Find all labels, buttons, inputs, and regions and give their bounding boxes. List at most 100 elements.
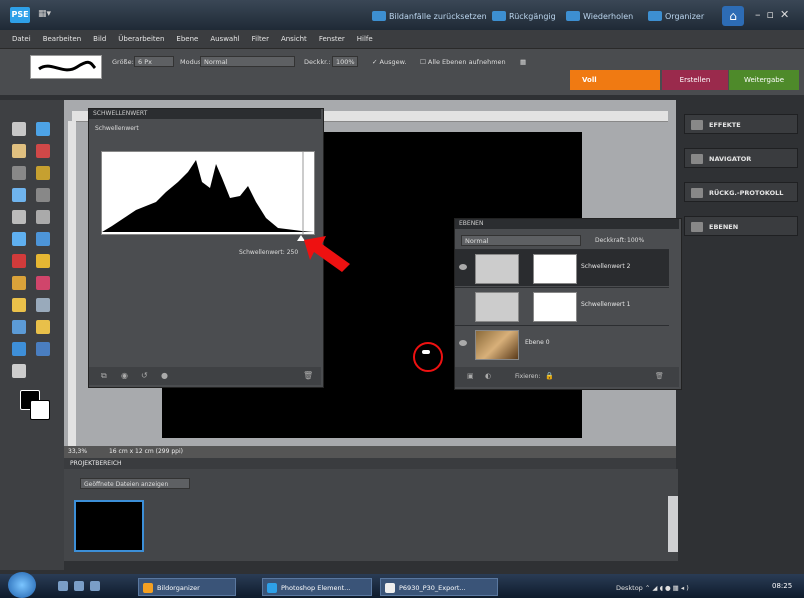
eye-icon[interactable] — [459, 264, 467, 270]
crop-tool-icon[interactable] — [36, 210, 50, 224]
reset-panels-button[interactable]: Bildanfälle zurücksetzen — [372, 9, 487, 23]
sponge-tool-icon[interactable] — [12, 364, 26, 378]
task-export[interactable]: P6930_P30_Export... — [380, 578, 498, 596]
shape-tool-icon[interactable] — [12, 342, 26, 356]
task-photoshop-elements[interactable]: Photoshop Element... — [262, 578, 372, 596]
layer-row[interactable]: Schwellenwert 2 — [455, 249, 669, 286]
smart-brush-icon[interactable] — [36, 298, 50, 312]
undo-button[interactable]: Rückgängig — [492, 9, 556, 23]
toolbox — [0, 100, 64, 570]
task-app-icon — [385, 583, 395, 593]
quicklaunch-icon[interactable] — [90, 581, 100, 591]
size-field[interactable]: 6 Px — [134, 56, 174, 67]
hand-tool-icon[interactable] — [12, 144, 26, 158]
zoom-level[interactable]: 33,3% — [68, 448, 87, 455]
home-button[interactable]: ⌂ — [722, 6, 744, 26]
reset-icon[interactable]: ↺ — [141, 371, 148, 380]
all-layers-checkbox[interactable]: ☐ Alle Ebenen aufnehmen — [420, 58, 506, 66]
tab-voll[interactable]: Voll — [570, 70, 660, 90]
menu-item-fenster[interactable]: Fenster — [319, 35, 345, 43]
start-button[interactable] — [8, 572, 36, 598]
threshold-histogram[interactable] — [101, 151, 315, 235]
effects-panel-button[interactable]: EFFEKTE — [684, 114, 798, 134]
layer-opacity-value[interactable]: 100% — [627, 237, 644, 244]
layers-panel-title: EBENEN — [455, 219, 679, 229]
adjustment-layer-thumb — [475, 292, 519, 322]
blend-mode-select[interactable]: Normal — [461, 235, 581, 246]
opacity-field[interactable]: 100% — [332, 56, 358, 67]
taskbar-clock[interactable]: 08:25 — [772, 582, 792, 590]
project-bin-thumbnail[interactable] — [74, 500, 144, 552]
red-eye-tool-icon[interactable] — [12, 254, 26, 268]
lock-icon[interactable]: 🔒 — [545, 372, 554, 380]
eye-icon[interactable] — [459, 340, 467, 346]
clone-stamp-icon[interactable] — [12, 276, 26, 290]
menu-item-ansicht[interactable]: Ansicht — [281, 35, 307, 43]
layer-row[interactable]: Schwellenwert 1 — [455, 287, 669, 324]
brush-tool-icon[interactable] — [12, 298, 26, 312]
threshold-panel-title: SCHWELLENWERT — [89, 109, 321, 119]
project-bin-title: PROJEKTBEREICH — [64, 458, 676, 469]
background-color-swatch[interactable] — [30, 400, 50, 420]
menu-item-bild[interactable]: Bild — [93, 35, 106, 43]
cookie-cutter-tool-icon[interactable] — [12, 232, 26, 246]
selection-brush-icon[interactable] — [36, 188, 50, 202]
blur-tool-icon[interactable] — [36, 342, 50, 356]
visibility-icon[interactable]: ● — [161, 371, 168, 380]
quicklaunch-icon[interactable] — [58, 581, 68, 591]
quicklaunch-icon[interactable] — [74, 581, 84, 591]
brush-preview[interactable] — [30, 55, 102, 79]
menu-item-hilfe[interactable]: Hilfe — [357, 35, 373, 43]
menu-item-auswahl[interactable]: Auswahl — [210, 35, 239, 43]
brush-settings-icon[interactable]: ▦ — [520, 58, 526, 66]
eraser-tool-icon[interactable] — [36, 276, 50, 290]
magic-wand-tool-icon[interactable] — [12, 188, 26, 202]
layers-panel-button[interactable]: EBENEN — [684, 216, 798, 236]
effects-icon — [691, 120, 703, 130]
adjustment-clip-icon[interactable]: ⧉ — [101, 371, 107, 381]
history-panel-button[interactable]: RÜCKG.-PROTOKOLL — [684, 182, 798, 202]
app-logo: PSE — [10, 7, 30, 23]
gradient-tool-icon[interactable] — [36, 320, 50, 334]
show-files-select[interactable]: Geöffnete Dateien anzeigen — [80, 478, 190, 489]
zoom-tool-icon[interactable] — [36, 122, 50, 136]
redo-button[interactable]: Wiederholen — [566, 9, 633, 23]
menu-item-ueberarbeiten[interactable]: Überarbeiten — [118, 35, 164, 43]
system-tray: Desktop ⌃ ◢ ◖ ● ▦ ◂ ) — [616, 584, 689, 592]
adjustment-layer-icon[interactable]: ◐ — [485, 372, 491, 380]
move-tool-icon[interactable] — [12, 122, 26, 136]
straighten-tool-icon[interactable] — [36, 232, 50, 246]
airbrush-checkbox[interactable]: ✓ Ausgew. — [372, 58, 406, 66]
marquee-tool-icon[interactable] — [12, 166, 26, 180]
paint-bucket-icon[interactable] — [12, 320, 26, 334]
tab-erstellen[interactable]: Erstellen — [662, 70, 728, 90]
window-controls[interactable]: –▫✕ — [755, 8, 795, 21]
tab-weitergabe[interactable]: Weitergabe — [729, 70, 799, 90]
task-bildorganizer[interactable]: Bildorganizer — [138, 578, 236, 596]
layers-panel: EBENEN Normal Deckkraft: 100% Schwellenw… — [454, 218, 682, 390]
menu-item-filter[interactable]: Filter — [252, 35, 269, 43]
lasso-tool-icon[interactable] — [36, 166, 50, 180]
menu-item-bearbeiten[interactable]: Bearbeiten — [43, 35, 81, 43]
trash-icon[interactable]: 🗑 — [303, 371, 313, 380]
menu-item-datei[interactable]: Datei — [12, 35, 31, 43]
layers-footer: ▣ ◐ Fixieren: 🔒 🗑 — [455, 367, 679, 387]
vertical-ruler — [68, 121, 76, 446]
red-arrow-annotation — [304, 236, 350, 272]
workspace-menu-icon[interactable]: ▦▾ — [38, 9, 60, 21]
organizer-button[interactable]: Organizer — [648, 9, 704, 23]
eyedropper-tool-icon[interactable] — [36, 144, 50, 158]
view-toggle-icon[interactable]: ◉ — [121, 371, 128, 380]
layer-mask-thumb — [533, 292, 577, 322]
layer-row[interactable]: Ebene 0 — [455, 325, 669, 362]
menu-item-ebene[interactable]: Ebene — [176, 35, 198, 43]
delete-layer-icon[interactable]: 🗑 — [655, 372, 664, 380]
type-tool-icon[interactable] — [12, 210, 26, 224]
navigator-panel-button[interactable]: NAVIGATOR — [684, 148, 798, 168]
mode-select[interactable]: Normal — [200, 56, 295, 67]
new-layer-icon[interactable]: ▣ — [467, 372, 474, 380]
project-bin-scrollbar[interactable] — [668, 496, 678, 552]
document-info[interactable]: 16 cm x 12 cm (299 ppi) — [109, 448, 183, 455]
layer-name: Schwellenwert 2 — [581, 263, 631, 270]
healing-brush-icon[interactable] — [36, 254, 50, 268]
